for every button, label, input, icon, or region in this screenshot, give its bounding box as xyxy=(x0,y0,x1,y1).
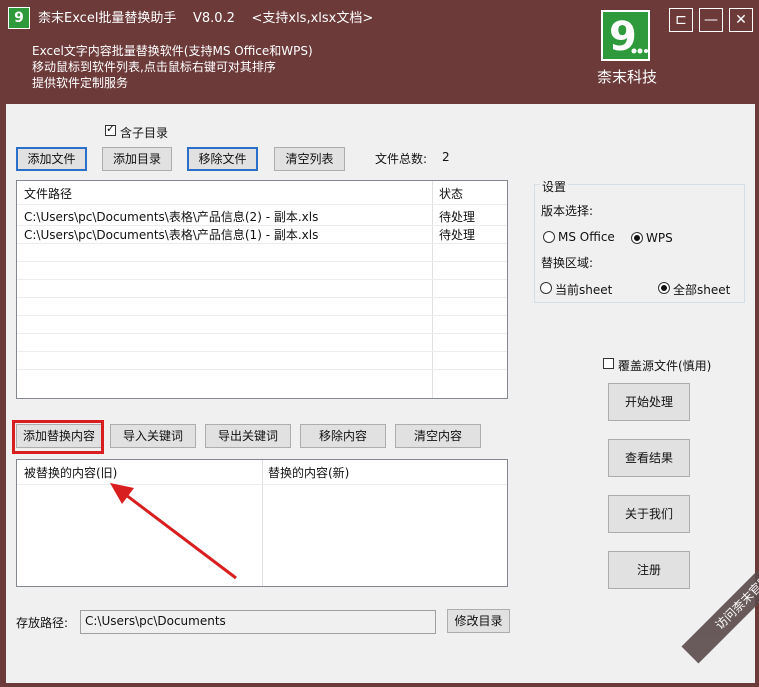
register-button[interactable]: 注册 xyxy=(608,551,690,589)
file-status-cell: 待处理 xyxy=(439,228,476,242)
pin-button[interactable]: ⊏ xyxy=(669,8,693,32)
range-current-radio[interactable] xyxy=(540,282,552,294)
minimize-icon: — xyxy=(704,12,718,28)
file-total-count: 2 xyxy=(442,150,450,164)
row-divider xyxy=(17,351,507,352)
clear-content-button[interactable]: 清空内容 xyxy=(395,424,481,448)
version-label: 版本选择: xyxy=(541,204,594,218)
close-button[interactable]: ✕ xyxy=(729,8,753,32)
start-processing-button[interactable]: 开始处理 xyxy=(608,383,690,421)
close-icon: ✕ xyxy=(735,12,747,28)
import-keywords-button[interactable]: 导入关键词 xyxy=(110,424,196,448)
file-path-cell: C:\Users\pc\Documents\表格\产品信息(2) - 副本.xl… xyxy=(24,210,319,224)
export-keywords-button[interactable]: 导出关键词 xyxy=(205,424,291,448)
header-desc-line-2: 移动鼠标到软件列表,点击鼠标右键可对其排序 xyxy=(32,60,276,74)
app-window: 9 柰末Excel批量替换助手 V8.0.2 <支持xls,xlsx文档> Ex… xyxy=(0,0,759,687)
app-name: 柰末Excel批量替换助手 xyxy=(38,11,177,26)
range-current-label[interactable]: 当前sheet xyxy=(555,281,612,298)
column-header-status[interactable]: 状态 xyxy=(439,185,463,202)
range-all-radio[interactable] xyxy=(658,282,670,294)
change-directory-button[interactable]: 修改目录 xyxy=(447,609,510,633)
table-row[interactable]: C:\Users\pc\Documents\表格\产品信息(2) - 副本.xl… xyxy=(17,207,507,225)
header-desc-line-3: 提供软件定制服务 xyxy=(32,76,129,90)
version-wps-label[interactable]: WPS xyxy=(646,231,673,245)
table-row[interactable]: C:\Users\pc\Documents\表格\产品信息(1) - 副本.xl… xyxy=(17,225,507,243)
file-path-cell: C:\Users\pc\Documents\表格\产品信息(1) - 副本.xl… xyxy=(24,228,319,242)
settings-group-label: 设置 xyxy=(540,178,569,195)
row-divider xyxy=(17,297,507,298)
minimize-button[interactable]: — xyxy=(699,8,723,32)
header-divider xyxy=(17,484,507,485)
row-divider xyxy=(17,315,507,316)
app-logo-icon: 9 xyxy=(8,7,30,29)
overwrite-source-label: 覆盖源文件(慎用) xyxy=(618,359,712,373)
save-path-label: 存放路径: xyxy=(16,616,69,630)
version-ms-label[interactable]: MS Office xyxy=(558,230,615,244)
header-desc-line-1: Excel文字内容批量替换软件(支持MS Office和WPS) xyxy=(32,44,313,58)
version-ms-radio[interactable] xyxy=(543,231,555,243)
column-header-new[interactable]: 替换的内容(新) xyxy=(268,464,349,481)
file-status-cell: 待处理 xyxy=(439,210,476,224)
window-title: 柰末Excel批量替换助手 V8.0.2 <支持xls,xlsx文档> xyxy=(38,7,373,26)
add-file-button[interactable]: 添加文件 xyxy=(16,147,87,171)
version-wps-radio[interactable] xyxy=(631,232,643,244)
row-divider xyxy=(17,279,507,280)
remove-content-button[interactable]: 移除内容 xyxy=(300,424,386,448)
clear-list-button[interactable]: 清空列表 xyxy=(274,147,345,171)
brand-name: 柰末科技 xyxy=(596,68,657,86)
range-label: 替换区域: xyxy=(541,256,594,270)
brand-logo-icon: 9 xyxy=(601,10,650,61)
row-divider xyxy=(17,369,507,370)
view-results-button[interactable]: 查看结果 xyxy=(608,439,690,477)
row-divider xyxy=(17,261,507,262)
remove-file-button[interactable]: 移除文件 xyxy=(187,147,258,171)
header-divider xyxy=(17,204,507,205)
app-subtitle: <支持xls,xlsx文档> xyxy=(251,11,374,26)
app-version: V8.0.2 xyxy=(192,11,235,26)
range-all-label[interactable]: 全部sheet xyxy=(673,281,730,298)
file-total-label: 文件总数: xyxy=(375,152,428,166)
include-subdirs-label: 含子目录 xyxy=(120,126,169,140)
annotation-arrow-icon xyxy=(110,483,237,580)
replacement-list[interactable]: 被替换的内容(旧) 替换的内容(新) xyxy=(16,459,508,587)
about-us-button[interactable]: 关于我们 xyxy=(608,495,690,533)
column-divider xyxy=(262,460,263,586)
save-path-field[interactable]: C:\Users\pc\Documents xyxy=(80,610,436,634)
pin-icon: ⊏ xyxy=(675,12,687,28)
row-divider xyxy=(17,333,507,334)
add-directory-button[interactable]: 添加目录 xyxy=(102,147,172,171)
column-header-path[interactable]: 文件路径 xyxy=(24,185,72,202)
annotation-highlight-box xyxy=(12,420,104,454)
include-subdirs-checkbox[interactable] xyxy=(105,122,116,136)
row-divider xyxy=(17,243,507,244)
overwrite-source-checkbox[interactable] xyxy=(603,358,614,369)
file-list[interactable]: 文件路径 状态 C:\Users\pc\Documents\表格\产品信息(2)… xyxy=(16,180,508,399)
